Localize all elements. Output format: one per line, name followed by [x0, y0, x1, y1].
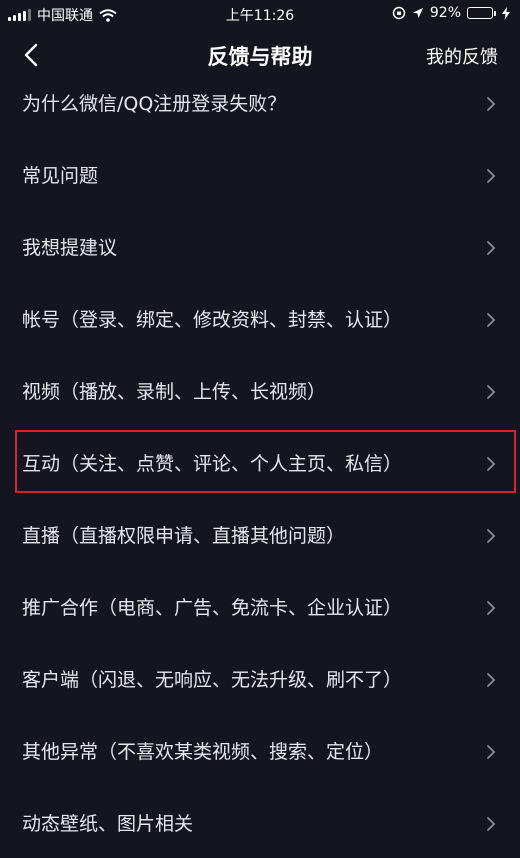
list-item[interactable]: 互动（关注、点赞、评论、个人主页、私信）	[0, 428, 520, 500]
chevron-right-icon	[487, 817, 496, 831]
charging-icon	[502, 6, 510, 20]
chevron-right-icon	[487, 673, 496, 687]
battery-icon	[467, 7, 496, 19]
help-topic-list: 为什么微信/QQ注册登录失败？ 常见问题我想提建议帐号（登录、绑定、修改资料、封禁…	[0, 82, 520, 858]
list-item[interactable]: 我想提建议	[0, 212, 520, 284]
list-item-label: 帐号（登录、绑定、修改资料、封禁、认证）	[22, 309, 403, 331]
status-bar: 中国联通 上午11:26 92%	[0, 0, 520, 28]
status-right: 92%	[392, 5, 510, 21]
battery-percent: 92%	[429, 5, 461, 21]
chevron-right-icon	[487, 97, 496, 111]
chevron-right-icon	[487, 313, 496, 327]
list-item-label: 客户端（闪退、无响应、无法升级、刷不了）	[22, 669, 403, 691]
nav-bar: 反馈与帮助 我的反馈	[0, 28, 520, 82]
chevron-right-icon	[487, 169, 496, 183]
chevron-right-icon	[487, 529, 496, 543]
list-item-label: 互动（关注、点赞、评论、个人主页、私信）	[22, 453, 403, 475]
location-icon	[412, 8, 423, 18]
my-feedback-button[interactable]: 我的反馈	[426, 43, 498, 69]
list-item[interactable]: 为什么微信/QQ注册登录失败？	[0, 82, 520, 140]
list-item[interactable]: 常见问题	[0, 140, 520, 212]
list-item[interactable]: 直播（直播权限申请、直播其他问题）	[0, 500, 520, 572]
list-item-label: 我想提建议	[22, 237, 118, 259]
list-item-label: 常见问题	[22, 165, 99, 187]
list-item[interactable]: 其他异常（不喜欢某类视频、搜索、定位）	[0, 716, 520, 788]
list-item-label: 视频（播放、录制、上传、长视频）	[22, 381, 327, 403]
list-item-label: 动态壁纸、图片相关	[22, 813, 194, 835]
list-item[interactable]: 视频（播放、录制、上传、长视频）	[0, 356, 520, 428]
chevron-right-icon	[487, 745, 496, 759]
list-item[interactable]: 动态壁纸、图片相关	[0, 788, 520, 858]
chevron-right-icon	[487, 241, 496, 255]
list-item[interactable]: 推广合作（电商、广告、免流卡、企业认证）	[0, 572, 520, 644]
list-item-label: 直播（直播权限申请、直播其他问题）	[22, 525, 346, 547]
list-item-label: 推广合作（电商、广告、免流卡、企业认证）	[22, 597, 403, 619]
chevron-right-icon	[487, 385, 496, 399]
chevron-right-icon	[487, 457, 496, 471]
list-item[interactable]: 客户端（闪退、无响应、无法升级、刷不了）	[0, 644, 520, 716]
orientation-lock-icon	[392, 6, 406, 20]
chevron-right-icon	[487, 601, 496, 615]
list-item[interactable]: 帐号（登录、绑定、修改资料、封禁、认证）	[0, 284, 520, 356]
list-item-label: 其他异常（不喜欢某类视频、搜索、定位）	[22, 741, 384, 763]
list-item-label: 为什么微信/QQ注册登录失败？	[22, 93, 287, 115]
